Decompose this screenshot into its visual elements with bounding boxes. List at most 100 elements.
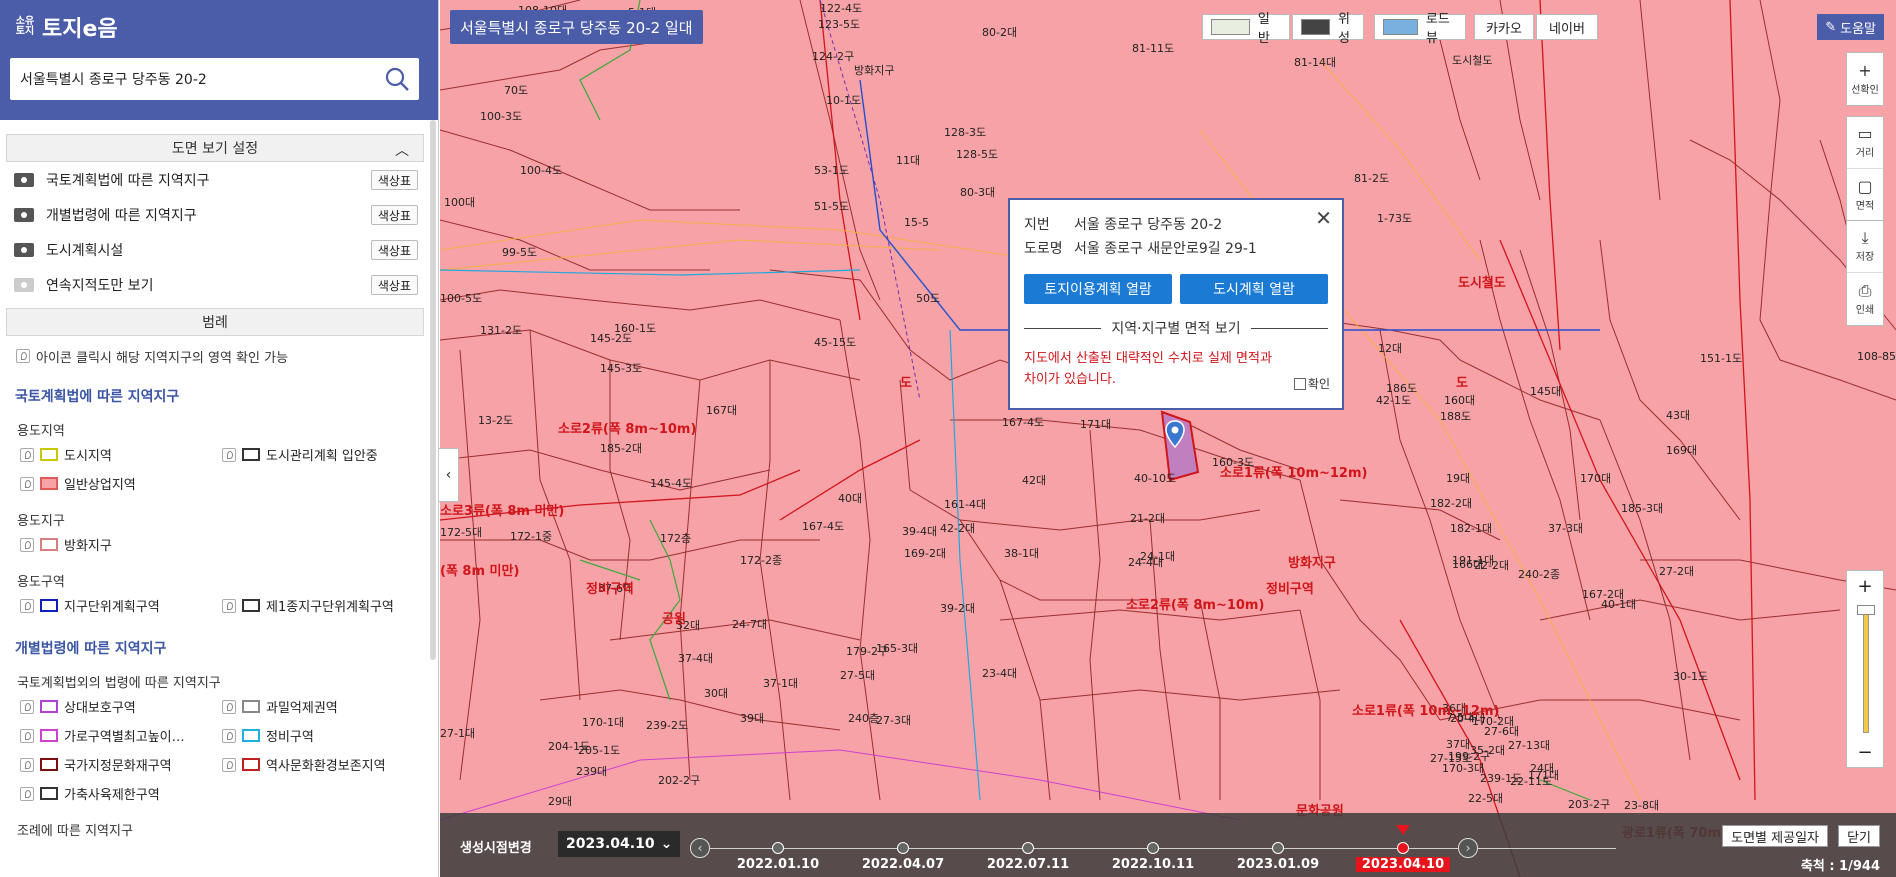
map-view[interactable]: 108-10대5-1대122-4도123-5도124-2구80-2대81-11도… xyxy=(440,0,1896,877)
map-type-button[interactable]: 위성 xyxy=(1292,12,1364,46)
zoom-out-button[interactable]: − xyxy=(1847,737,1883,767)
view-settings-header[interactable]: 도면 보기 설정 ︿ xyxy=(6,134,424,162)
layer-row[interactable]: 도시계획시설 색상표 xyxy=(6,232,424,267)
map-type-button[interactable]: 네이버 xyxy=(1536,14,1598,40)
timeline-date[interactable]: 2023.04.10 xyxy=(1355,857,1451,872)
road-address-key: 도로명 xyxy=(1024,241,1063,257)
layer-row[interactable]: 국토계획법에 따른 지역지구 색상표 xyxy=(6,162,424,197)
zoom-slider-handle[interactable] xyxy=(1857,605,1875,615)
legend-item[interactable]: 과밀억제권역 xyxy=(222,697,424,716)
parcel-label: 80-2대 xyxy=(982,26,1018,39)
location-pin-icon[interactable] xyxy=(20,447,34,462)
zoom-track[interactable] xyxy=(1863,607,1869,733)
tool-select-line[interactable]: + 선확인 xyxy=(1847,53,1883,105)
legend-item[interactable]: 지구단위계획구역 xyxy=(20,596,222,615)
timeline-point[interactable] xyxy=(1022,842,1034,854)
timeline-date-select[interactable]: 2023.04.10 ⌄ xyxy=(558,831,681,857)
location-pin-icon[interactable] xyxy=(20,699,34,714)
timeline-point[interactable] xyxy=(772,842,784,854)
zone-label: 도 xyxy=(900,376,912,391)
timeline-date[interactable]: 2023.01.09 xyxy=(1237,857,1319,872)
location-pin-icon[interactable] xyxy=(20,757,34,772)
timeline-point[interactable] xyxy=(897,842,909,854)
legend-row: 방화지구 xyxy=(6,530,424,559)
layer-row[interactable]: 개별법령에 따른 지역지구 색상표 xyxy=(6,197,424,232)
tool-area[interactable]: ▢ 면적 xyxy=(1847,169,1883,221)
eye-icon[interactable] xyxy=(14,172,34,187)
timeline-date[interactable]: 2022.10.11 xyxy=(1112,857,1194,872)
location-pin-icon[interactable] xyxy=(222,699,236,714)
tool-print[interactable]: ⎙ 인쇄 xyxy=(1847,273,1883,325)
timeline-date[interactable]: 2022.04.07 xyxy=(862,857,944,872)
parcel-label: 35-2대 xyxy=(1470,744,1506,757)
location-pin-icon[interactable] xyxy=(222,598,236,613)
timeline-next-button[interactable]: › xyxy=(1458,838,1478,858)
parcel-label: 99-5도 xyxy=(502,246,538,259)
timeline-date[interactable]: 2022.01.10 xyxy=(737,857,819,872)
legend-item[interactable]: 정비구역 xyxy=(222,726,424,745)
legend-item[interactable]: 상대보호구역 xyxy=(20,697,222,716)
eye-icon[interactable] xyxy=(14,242,34,257)
location-marker-icon[interactable] xyxy=(1165,420,1185,448)
legend-item[interactable]: 방화지구 xyxy=(20,535,225,554)
land-use-plan-button[interactable]: 토지이용계획 열람 xyxy=(1024,274,1172,304)
location-pin-icon[interactable] xyxy=(20,537,34,552)
timeline-point[interactable] xyxy=(1272,842,1284,854)
legend-item[interactable]: 역사문화환경보존지역 xyxy=(222,755,424,774)
color-table-button[interactable]: 색상표 xyxy=(370,205,418,225)
parcel-label: 22-5대 xyxy=(1468,792,1504,805)
layer-list: 국토계획법에 따른 지역지구 색상표 개별법령에 따른 지역지구 색상표 도시계획시설 색… xyxy=(6,162,424,302)
legend-item[interactable]: 도시지역 xyxy=(20,445,222,464)
eye-icon[interactable] xyxy=(14,207,34,222)
tool-save[interactable]: ⤓ 저장 xyxy=(1847,221,1883,273)
color-table-button[interactable]: 색상표 xyxy=(370,240,418,260)
legend-item[interactable]: 도시관리계획 입안중 xyxy=(222,445,424,464)
location-pin-icon[interactable] xyxy=(222,757,236,772)
legend-swatch xyxy=(242,729,260,742)
close-icon[interactable]: ✕ xyxy=(1315,206,1332,230)
sidebar-collapse-button[interactable]: ‹ xyxy=(439,448,459,502)
map-type-button[interactable]: 카카오 xyxy=(1474,14,1534,40)
location-pin-icon[interactable] xyxy=(222,447,236,462)
search-input[interactable] xyxy=(10,58,375,100)
parcel-label: 24대 xyxy=(1530,762,1555,775)
location-pin-icon[interactable] xyxy=(222,728,236,743)
layer-row[interactable]: 연속지적도만 보기 색상표 xyxy=(6,267,424,302)
zoom-in-button[interactable]: + xyxy=(1847,571,1883,601)
map-type-label: 로드뷰 xyxy=(1425,12,1450,46)
timeline-point[interactable] xyxy=(1397,842,1409,854)
eye-icon[interactable] xyxy=(14,277,34,292)
dates-per-sheet-button[interactable]: 도면별 제공일자 xyxy=(1722,825,1828,847)
location-pin-icon[interactable] xyxy=(20,476,34,491)
help-button[interactable]: ✎ 도움말 xyxy=(1817,14,1884,40)
city-plan-button[interactable]: 도시계획 열람 xyxy=(1180,274,1328,304)
confirm-checkbox[interactable]: 확인 xyxy=(1293,375,1330,392)
timeline-date[interactable]: 2022.07.11 xyxy=(987,857,1069,872)
legend-item[interactable]: 가축사육제한구역 xyxy=(20,784,225,803)
location-pin-icon[interactable] xyxy=(20,598,34,613)
timeline-point[interactable] xyxy=(1147,842,1159,854)
parcel-label: 167-4도 xyxy=(802,520,845,533)
location-pin-icon[interactable] xyxy=(20,786,34,801)
color-table-button[interactable]: 색상표 xyxy=(370,275,418,295)
sidebar-scrollbar[interactable] xyxy=(430,120,436,660)
search-button[interactable] xyxy=(375,58,419,100)
legend-item[interactable]: 일반상업지역 xyxy=(20,474,225,493)
color-table-button[interactable]: 색상표 xyxy=(370,170,418,190)
map-type-button[interactable]: 일반 xyxy=(1202,12,1290,46)
legend-item[interactable]: 가로구역별최고높이… xyxy=(20,726,222,745)
brand-logo[interactable]: 소유 토지 토지e음 xyxy=(10,10,428,44)
timeline-close-button[interactable]: 닫기 xyxy=(1838,825,1880,847)
tool-distance[interactable]: ▭ 거리 xyxy=(1847,117,1883,169)
parcel-label: 27-2대 xyxy=(1659,565,1695,578)
legend-item[interactable]: 제1종지구단위계획구역 xyxy=(222,596,424,615)
zone-label: 소로2류(폭 8m~10m) xyxy=(558,422,697,437)
tool-print-label: 인쇄 xyxy=(1855,304,1875,316)
timeline-prev-button[interactable]: ‹ xyxy=(690,838,710,858)
legend-item[interactable]: 국가지정문화재구역 xyxy=(20,755,222,774)
parcel-label: 171대 xyxy=(1080,418,1112,431)
parcel-label: 13-2도 xyxy=(478,414,514,427)
legend-header: 범례 xyxy=(6,308,424,336)
location-pin-icon[interactable] xyxy=(20,728,34,743)
map-type-button[interactable]: 로드뷰 xyxy=(1374,12,1466,46)
